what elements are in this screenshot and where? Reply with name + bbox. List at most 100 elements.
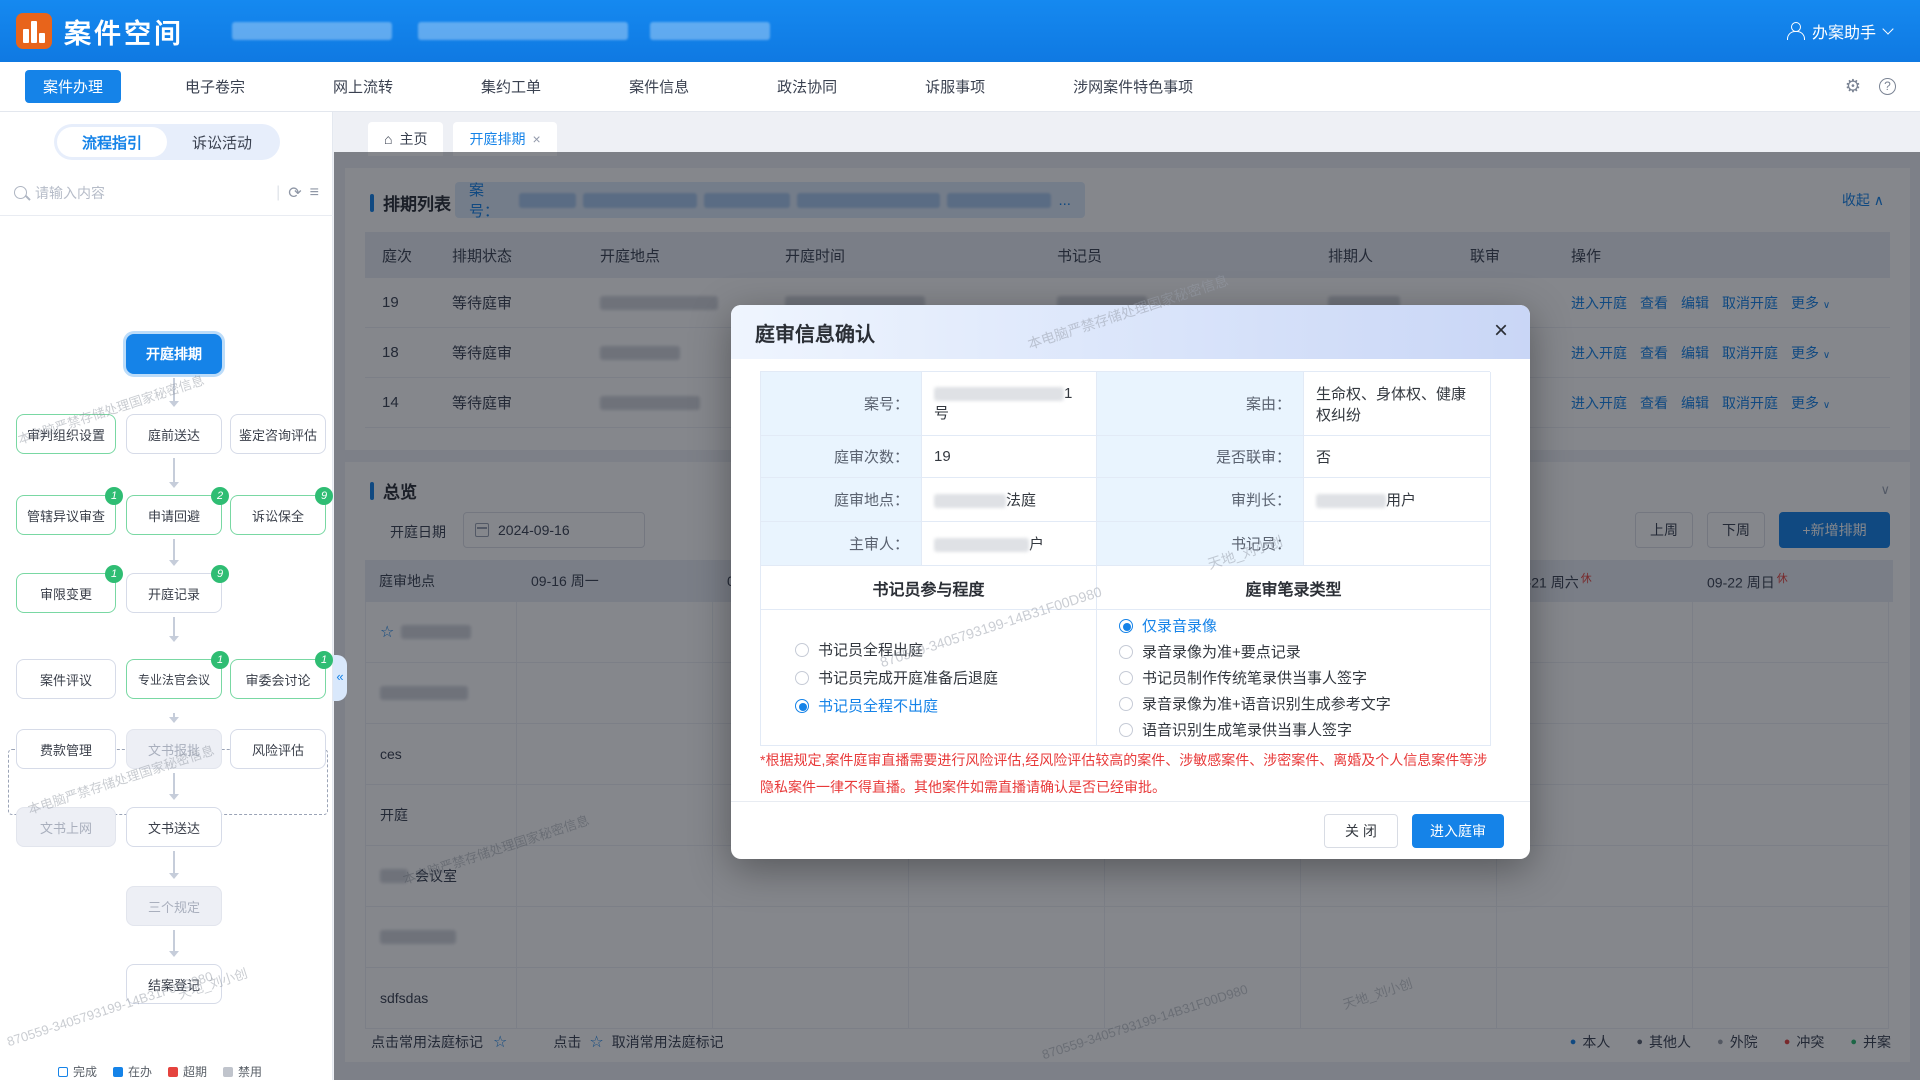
flow-node-trial-limit-change[interactable]: 审限变更1: [16, 573, 116, 613]
nav-item-case-handling[interactable]: 案件办理: [25, 70, 121, 103]
flow-node-recusal-request[interactable]: 申请回避2: [126, 495, 222, 535]
redacted-text: [934, 538, 1029, 552]
home-icon: ⌂: [384, 131, 392, 147]
hearing-place-label: 庭审地点：: [761, 478, 922, 522]
help-icon[interactable]: ?: [1879, 78, 1896, 95]
flow-arrow: [173, 539, 175, 565]
nav-item-e-dossier[interactable]: 电子卷宗: [185, 76, 245, 97]
radio-icon: [1119, 645, 1133, 659]
flow-node-litigation-preservation[interactable]: 诉讼保全9: [230, 495, 326, 535]
app-logo-icon: [16, 13, 52, 49]
cause-label: 案由：: [1097, 372, 1304, 436]
radio-clerk-leave-after-prep[interactable]: 书记员完成开庭准备后退庭: [795, 667, 1086, 688]
radio-clerk-no-attend[interactable]: 书记员全程不出庭: [795, 695, 1086, 716]
redacted-text: [934, 387, 1064, 401]
live-broadcast-warning: *根据规定,案件庭审直播需要进行风险评估,经风险评估较高的案件、涉敏感案件、涉密…: [760, 747, 1502, 801]
flow-node-appraisal-consult[interactable]: 鉴定咨询评估: [230, 414, 326, 454]
flow-node-court-scheduling[interactable]: 开庭排期: [126, 334, 222, 374]
flow-node-fee-management[interactable]: 费款管理: [16, 729, 116, 769]
flow-arrow: [173, 458, 175, 487]
user-icon: [1786, 22, 1804, 40]
radio-icon: [1119, 697, 1133, 711]
joint-trial-value: 否: [1304, 436, 1491, 478]
app-header: 案件空间 办案助手: [0, 0, 1920, 62]
main-nav: 案件办理 电子卷宗 网上流转 集约工单 案件信息 政法协同 诉服事项 涉网案件特…: [0, 62, 1920, 112]
radio-av-only[interactable]: 仅录音录像: [1119, 615, 1480, 636]
flow-node-jurisdiction-objection[interactable]: 管辖异议审查1: [16, 495, 116, 535]
flow-node-case-review[interactable]: 案件评议: [16, 659, 116, 699]
close-button[interactable]: 关 闭: [1324, 814, 1398, 848]
hearing-confirm-dialog: 庭审信息确认 × 案号： 1 号 案由： 生命权、身体权、健康权纠纷 庭审次数：…: [731, 305, 1530, 859]
dialog-footer: 关 闭 进入庭审: [731, 801, 1530, 859]
chief-judge-value: 户: [922, 522, 1097, 566]
flow-arrow: [173, 773, 175, 799]
nav-item-legal-collab[interactable]: 政法协同: [777, 76, 837, 97]
redacted-text: [1316, 494, 1386, 508]
case-no-label: 案号：: [761, 372, 922, 436]
settings-icon[interactable]: ⚙: [1845, 76, 1861, 97]
record-type-section-title: 庭审笔录类型: [1097, 566, 1491, 610]
flow-node-doc-delivery[interactable]: 文书送达: [126, 807, 222, 847]
flow-arrow: [173, 617, 175, 641]
flow-node-hearing-record[interactable]: 开庭记录9: [126, 573, 222, 613]
tab-court-scheduling[interactable]: 开庭排期 ×: [453, 122, 556, 156]
flow-node-judge-meeting[interactable]: 专业法官会议1: [126, 659, 222, 699]
hearing-place-value: 法庭: [922, 478, 1097, 522]
process-flowchart: 开庭排期 审判组织设置 庭前送达 鉴定咨询评估 管辖异议审查1 申请回避2 诉讼…: [0, 216, 333, 1046]
record-type-options: 仅录音录像 录音录像为准+要点记录 书记员制作传统笔录供当事人签字 录音录像为准…: [1097, 610, 1491, 746]
clerk-value: [1304, 522, 1491, 566]
flow-node-risk-assessment[interactable]: 风险评估: [230, 729, 326, 769]
tab-litigation-activity[interactable]: 诉讼活动: [167, 127, 277, 157]
nav-item-service-matters[interactable]: 诉服事项: [925, 76, 985, 97]
tab-home[interactable]: ⌂ 主页: [368, 122, 443, 156]
content-tab-strip: ⌂ 主页 开庭排期 ×: [334, 112, 1920, 156]
assistant-menu[interactable]: 办案助手: [1786, 0, 1892, 62]
radio-av-plus-asr-reference[interactable]: 录音录像为准+语音识别生成参考文字: [1119, 693, 1480, 714]
refresh-icon[interactable]: ⟳: [288, 183, 301, 203]
radio-clerk-full-attend[interactable]: 书记员全程出庭: [795, 639, 1086, 660]
radio-av-plus-keypoints[interactable]: 录音录像为准+要点记录: [1119, 641, 1480, 662]
presiding-judge-value: 用户: [1304, 478, 1491, 522]
flow-arrow: [173, 930, 175, 956]
search-input[interactable]: [35, 185, 268, 201]
hearing-count-value: 19: [922, 436, 1097, 478]
flow-node-doc-approval: 文书报批: [126, 729, 222, 769]
sidebar: 流程指引 诉讼活动 | ⟳ ≡ 开庭排期 审判组织设置 庭前送达 鉴定咨询评估 …: [0, 112, 333, 1080]
flow-node-pretrial-delivery[interactable]: 庭前送达: [126, 414, 222, 454]
assistant-label: 办案助手: [1812, 19, 1876, 43]
tab-process-guide[interactable]: 流程指引: [57, 127, 167, 157]
radio-icon: [1119, 671, 1133, 685]
flow-node-case-closing[interactable]: 结案登记: [126, 964, 222, 1004]
dialog-header: 庭审信息确认: [731, 305, 1530, 359]
case-no-value: 1 号: [922, 372, 1097, 436]
radio-icon: [795, 671, 809, 685]
flow-node-organization-setup[interactable]: 审判组织设置: [16, 414, 116, 454]
sidebar-collapse-handle[interactable]: «: [333, 655, 347, 701]
radio-traditional-transcript[interactable]: 书记员制作传统笔录供当事人签字: [1119, 667, 1480, 688]
joint-trial-label: 是否联审：: [1097, 436, 1304, 478]
layers-icon[interactable]: ≡: [310, 184, 319, 202]
nav-item-internet-cases[interactable]: 涉网案件特色事项: [1073, 76, 1193, 97]
status-legend: 完成 在办 超期 禁用: [58, 1063, 262, 1080]
close-icon[interactable]: ×: [1494, 319, 1508, 343]
close-tab-icon[interactable]: ×: [532, 131, 540, 147]
flow-node-committee-discussion[interactable]: 审委会讨论1: [230, 659, 326, 699]
nav-item-case-info[interactable]: 案件信息: [629, 76, 689, 97]
hearing-count-label: 庭审次数：: [761, 436, 922, 478]
radio-icon: [1119, 723, 1133, 737]
search-icon: [14, 186, 27, 199]
enter-hearing-button[interactable]: 进入庭审: [1412, 814, 1504, 848]
hearing-info-table: 案号： 1 号 案由： 生命权、身体权、健康权纠纷 庭审次数： 19 是否联审：…: [760, 371, 1490, 746]
chevron-down-icon: [1882, 23, 1893, 34]
clerk-label: 书记员：: [1097, 522, 1304, 566]
sidebar-search: | ⟳ ≡: [0, 170, 333, 216]
radio-asr-transcript[interactable]: 语音识别生成笔录供当事人签字: [1119, 719, 1480, 740]
redacted-text: [934, 494, 1006, 508]
nav-item-online-transfer[interactable]: 网上流转: [333, 76, 393, 97]
radio-icon: [795, 643, 809, 657]
clerk-participation-section-title: 书记员参与程度: [761, 566, 1097, 610]
cause-value: 生命权、身体权、健康权纠纷: [1304, 372, 1491, 436]
radio-icon: [795, 699, 809, 713]
dialog-title: 庭审信息确认: [755, 318, 875, 347]
nav-item-work-orders[interactable]: 集约工单: [481, 76, 541, 97]
